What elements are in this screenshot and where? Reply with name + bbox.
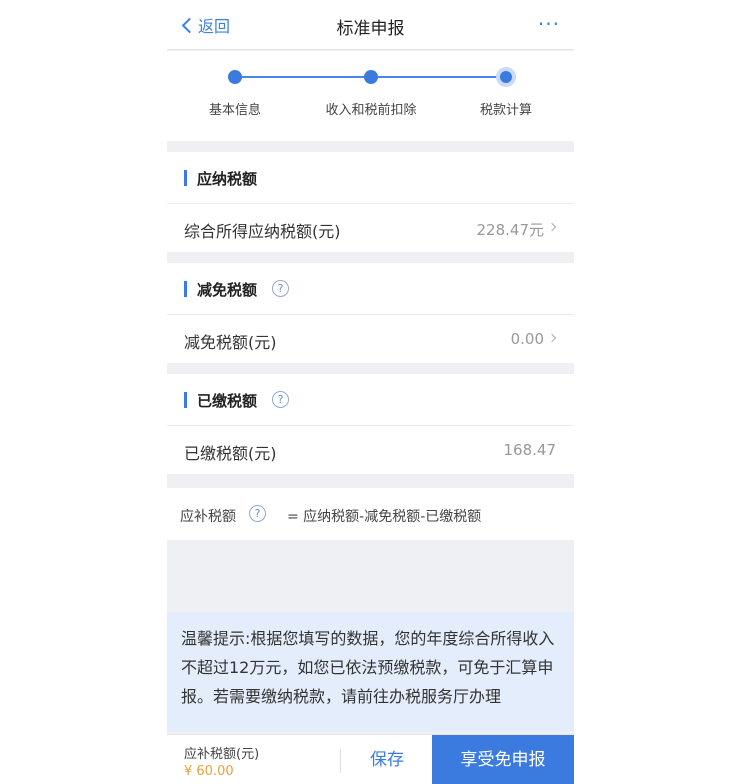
divider (340, 749, 341, 773)
owed-tax-label: 应补税额(元) (184, 747, 260, 762)
reduction-tax-label: 减免税额(元) (184, 333, 277, 352)
formula-owed-label: 应补税额 (180, 509, 236, 525)
step-dot-income (364, 70, 378, 84)
section-marker (184, 281, 187, 297)
tax-formula: 应补税额 ? = 应纳税额-减免税额-已缴税额 (167, 488, 574, 540)
step-label-tax-calc: 税款计算 (479, 103, 533, 118)
nav-bar: 返回 标准申报 ··· (167, 0, 574, 50)
exempt-declare-button[interactable]: 享受免申报 (432, 735, 574, 784)
step-dot-tax-calc (496, 67, 516, 87)
step-dot-basic-info (228, 70, 242, 84)
section-marker (184, 392, 187, 408)
help-icon[interactable]: ? (272, 280, 289, 297)
tip-message: 温馨提示:根据您填写的数据，您的年度综合所得收入不超过12万元，如您已依法预缴税… (167, 612, 574, 732)
step-label-basic-info: 基本信息 (208, 103, 262, 118)
section-header-paid: 已缴税额 ? (167, 374, 574, 426)
help-icon[interactable]: ? (272, 391, 289, 408)
owed-tax-amount: ¥ 60.00 (184, 764, 234, 779)
more-icon[interactable]: ··· (538, 14, 560, 34)
progress-stepper: 基本信息 收入和税前扣除 税款计算 (167, 51, 574, 141)
chevron-right-icon (547, 222, 557, 232)
section-title-paid: 已缴税额 (197, 392, 258, 410)
page-title: 标准申报 (336, 19, 405, 39)
section-header-payable: 应纳税额 (167, 152, 574, 204)
phone-screen: 返回 标准申报 ··· 基本信息 收入和税前扣除 税款计算 应纳税额 综合所得应… (167, 0, 574, 784)
chevron-right-icon (547, 333, 557, 343)
section-title-payable: 应纳税额 (197, 170, 258, 188)
reduction-tax-row[interactable]: 减免税额(元) 0.00 (167, 315, 574, 363)
help-icon[interactable]: ? (249, 505, 266, 522)
formula-expression: = 应纳税额-减免税额-已缴税额 (287, 509, 482, 525)
paid-tax-value: 168.47 (503, 441, 557, 459)
section-header-reduction: 减免税额 ? (167, 263, 574, 315)
bottom-action-bar: 应补税额(元) ¥ 60.00 保存 享受免申报 (167, 734, 574, 784)
payable-tax-row[interactable]: 综合所得应纳税额(元) 228.47元 (167, 204, 574, 252)
save-button[interactable]: 保存 (342, 735, 432, 784)
payable-tax-label: 综合所得应纳税额(元) (184, 222, 341, 241)
paid-tax-label: 已缴税额(元) (184, 444, 277, 463)
reduction-tax-value: 0.00 (510, 330, 544, 348)
payable-tax-value: 228.47元 (476, 221, 545, 239)
section-title-reduction: 减免税额 (197, 281, 258, 299)
step-label-income: 收入和税前扣除 (325, 103, 417, 118)
section-marker (184, 170, 187, 186)
paid-tax-row: 已缴税额(元) 168.47 (167, 426, 574, 474)
